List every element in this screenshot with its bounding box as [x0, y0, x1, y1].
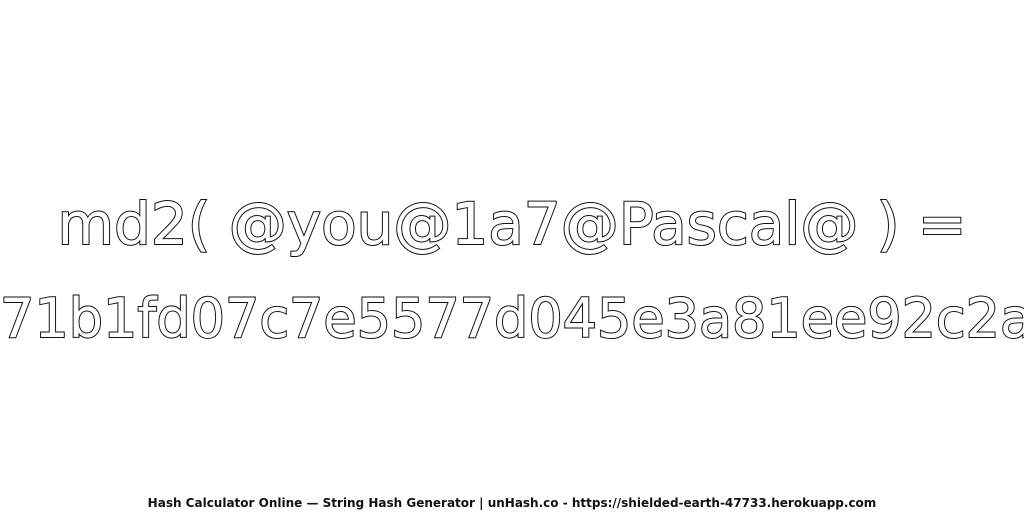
hash-digest: 71b1fd07c7e5577d045e3a81ee92c2a3	[0, 286, 1024, 351]
footer-credit: Hash Calculator Online — String Hash Gen…	[147, 496, 877, 510]
hash-expression: md2( @you@1a7@Pascal@ ) =	[57, 189, 968, 259]
